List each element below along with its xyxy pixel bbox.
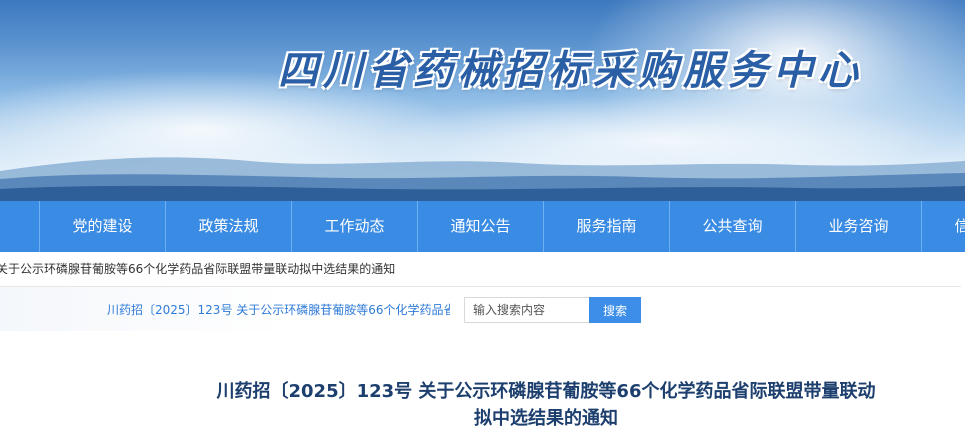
nav-item-service-guide[interactable]: 服务指南: [544, 201, 670, 252]
breadcrumb: 关于公示环磷腺苷葡胺等66个化学药品省际联盟带量联动拟中选结果的通知: [0, 252, 961, 287]
nav-item-home[interactable]: 首页: [0, 201, 40, 252]
nav-item-party-building[interactable]: 党的建设: [40, 201, 166, 252]
search-input[interactable]: [464, 297, 589, 323]
article-title: 川药招〔2025〕123号 关于公示环磷腺苷葡胺等66个化学药品省际联盟带量联动…: [160, 378, 932, 432]
news-ticker-link[interactable]: 川药招〔2025〕123号 关于公示环磷腺苷葡胺等66个化学药品省际联盟带量联动…: [107, 300, 450, 320]
nav-item-public-query[interactable]: 公共查询: [670, 201, 796, 252]
nav-item-work-news[interactable]: 工作动态: [292, 201, 418, 252]
header-banner: 四川省药械招标采购服务中心: [0, 0, 965, 201]
article-title-line: 拟中选结果的通知: [474, 408, 618, 429]
nav-item-info-disclosure[interactable]: 信息公开: [922, 201, 965, 252]
nav-item-policies[interactable]: 政策法规: [166, 201, 292, 252]
mountain-landscape: [0, 157, 965, 201]
nav-item-notices[interactable]: 通知公告: [418, 201, 544, 252]
nav-item-consulting[interactable]: 业务咨询: [796, 201, 922, 252]
search-button[interactable]: 搜索: [589, 297, 641, 323]
article-title-line: 川药招〔2025〕123号 关于公示环磷腺苷葡胺等66个化学药品省际联盟带量联动: [216, 381, 876, 402]
site-title: 四川省药械招标采购服务中心: [278, 47, 863, 94]
main-nav: 首页 党的建设 政策法规 工作动态 通知公告 服务指南 公共查询 业务咨询 信息…: [0, 201, 965, 252]
